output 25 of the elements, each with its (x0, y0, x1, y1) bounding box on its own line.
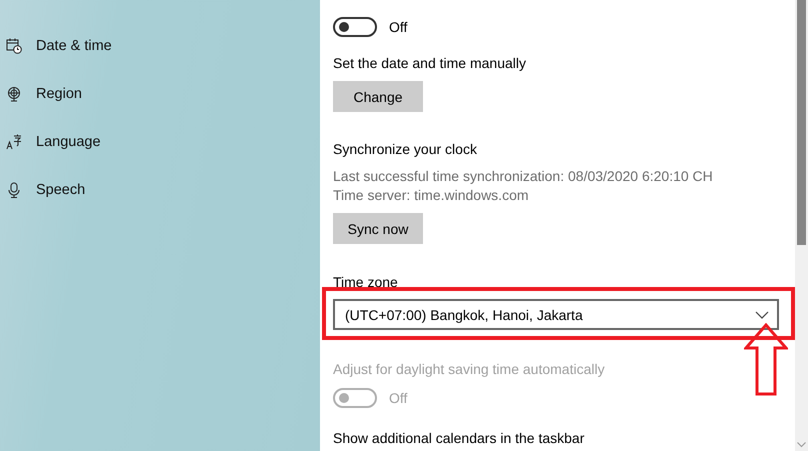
sync-info: Time server: time.windows.com (333, 186, 530, 205)
setting-label: Adjust for daylight saving time automatically (333, 360, 606, 379)
time-zone-dropdown[interactable]: (UTC+07:00) Bangkok, Hanoi, Jakarta (333, 299, 779, 330)
sync-now-button[interactable]: Sync now (333, 213, 423, 244)
microphone-icon (6, 182, 22, 198)
scroll-thumb[interactable] (797, 0, 806, 245)
scrollbar[interactable] (795, 0, 808, 451)
toggle-switch[interactable] (333, 17, 377, 37)
sidebar-item[interactable]: Speech (0, 180, 320, 200)
toggle-state: Off (389, 390, 408, 406)
change-button[interactable]: Change (333, 81, 423, 112)
sidebar-item[interactable]: Region (0, 84, 320, 104)
sidebar-item[interactable]: Language (0, 132, 320, 152)
globe-icon (6, 86, 22, 102)
sidebar-item[interactable]: Date & time (0, 36, 320, 56)
scroll-down-icon[interactable] (797, 442, 806, 448)
chevron-down-icon (755, 310, 769, 318)
setting-label: Synchronize your clock (333, 140, 478, 159)
calendar-clock-icon (6, 38, 22, 54)
setting-label: Set the date and time manually (333, 54, 528, 73)
toggle-state: Off (389, 19, 408, 35)
language-icon (6, 134, 22, 150)
setting-label: Time zone (333, 273, 399, 292)
sync-info: Last successful time synchronization: 08/03/2020 6:20:10 CH (333, 167, 714, 186)
setting-label: Show additional calendars in the taskbar (333, 429, 586, 448)
